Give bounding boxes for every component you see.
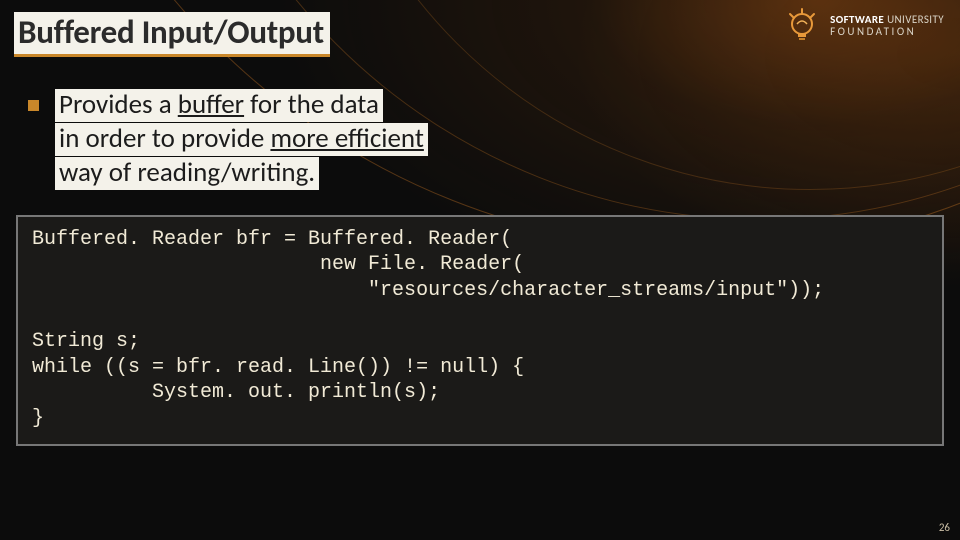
- bullet-frag: in order to provide: [59, 122, 270, 155]
- bullet-text: Provides a buffer for the data in order …: [51, 89, 432, 191]
- bullet-list: Provides a buffer for the data in order …: [14, 89, 946, 191]
- bullet-frag: Provides a: [59, 88, 178, 121]
- page-number: 26: [939, 521, 950, 534]
- code-block: Buffered. Reader bfr = Buffered. Reader(…: [16, 215, 944, 446]
- bullet-marker-icon: [28, 100, 39, 111]
- slide-title: Buffered Input/Output: [14, 12, 330, 57]
- bullet-frag: for the data: [244, 88, 379, 121]
- bullet-frag: way of reading/writing.: [55, 157, 319, 190]
- bullet-frag-underlined: more efficient: [270, 122, 423, 155]
- slide: Buffered Input/Output SOFTWARE UNIVERSIT…: [0, 0, 960, 540]
- bullet-frag-underlined: buffer: [178, 88, 244, 121]
- logo-text: SOFTWARE UNIVERSITY FOUNDATION: [830, 14, 944, 37]
- logo: SOFTWARE UNIVERSITY FOUNDATION: [782, 6, 944, 46]
- logo-line2: FOUNDATION: [830, 26, 944, 38]
- lightbulb-icon: [782, 6, 822, 46]
